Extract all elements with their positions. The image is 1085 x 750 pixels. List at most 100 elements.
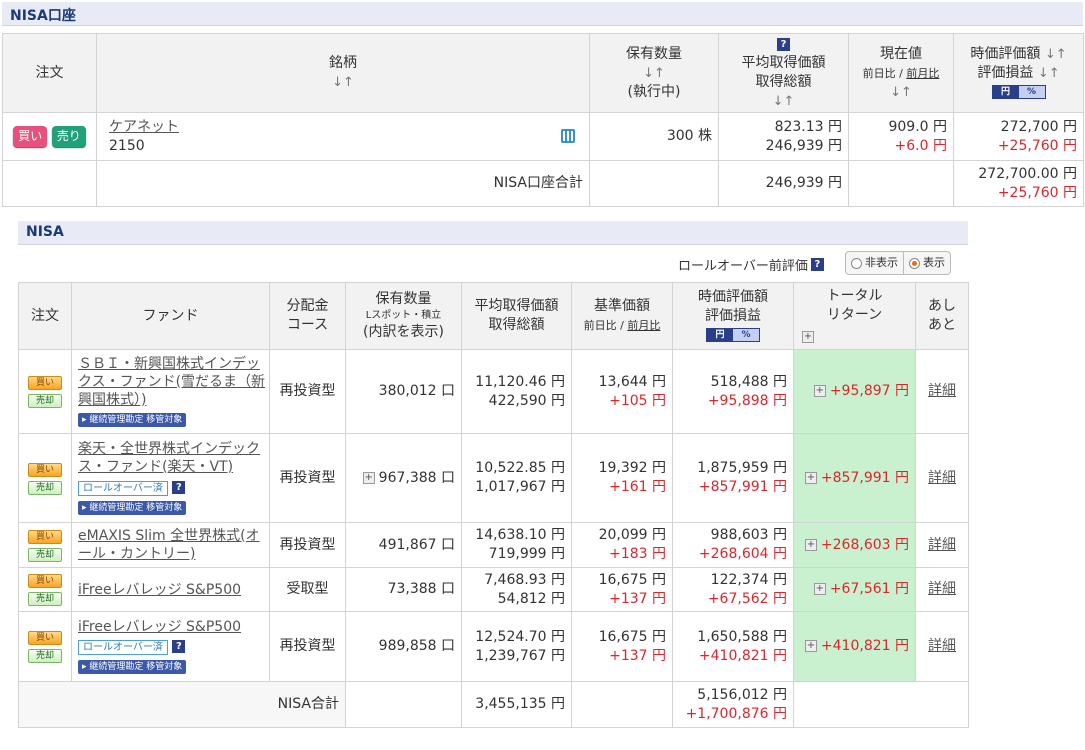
expand-icon[interactable]: + [804, 471, 817, 484]
sort-icon[interactable]: ↓↑ [1045, 47, 1067, 62]
total-cost-value: 719,999 円 [488, 546, 565, 562]
yen-option[interactable]: 円 [707, 328, 733, 341]
fund-name-link[interactable]: iFreeレバレッジ S&P500 [78, 581, 269, 599]
help-icon[interactable]: ? [172, 480, 186, 494]
sell-button[interactable]: 売り [51, 126, 86, 147]
valuation-header-label: 時価評価額 [698, 288, 768, 305]
prev-month-link[interactable]: 前月比 [906, 67, 939, 80]
help-icon[interactable]: ? [172, 639, 186, 653]
sell-button[interactable]: 売却 [28, 480, 62, 495]
total-return-cell: + +95,897 円 [793, 349, 916, 434]
col-qty: 保有数量 Lスポット・積立 (内訳を表示) [345, 282, 462, 350]
sell-button[interactable]: 売却 [28, 592, 62, 606]
expand-icon[interactable]: + [813, 583, 826, 595]
current-header-label: 現在値 [880, 45, 922, 62]
yen-option[interactable]: 円 [992, 85, 1019, 98]
ashiato-label-2: あと [928, 317, 956, 333]
col-order: 注文 [2, 33, 97, 113]
pct-option[interactable]: % [733, 328, 759, 341]
yen-pct-toggle[interactable]: 円% [706, 327, 760, 342]
col-course: 分配金 コース [269, 282, 346, 350]
detail-link[interactable]: 詳細 [915, 567, 969, 612]
valuation-header-label: 時価評価額 [970, 45, 1041, 62]
col-avg[interactable]: ? 平均取得価額 取得総額 ↓↑ [718, 33, 849, 113]
yen-pct-toggle[interactable]: 円% [991, 84, 1046, 99]
total-valuation: 5,156,012 円 [697, 686, 787, 703]
nav-value: 16,675 円 [598, 571, 666, 588]
prev-month-link[interactable]: 前月比 [627, 319, 660, 332]
buy-button[interactable]: 買い [28, 376, 62, 390]
toggle-show-option[interactable]: 表示 [904, 252, 950, 274]
valuation-value: 988,603 円 [710, 527, 787, 543]
sort-icon[interactable]: ↓↑ [98, 73, 589, 92]
change-value: +105 円 [609, 392, 666, 409]
sort-icon[interactable]: ↓↑ [850, 83, 953, 102]
avg-value: 7,468.93 円 [484, 571, 565, 588]
change-value: +137 円 [609, 647, 666, 664]
sell-button[interactable]: 売却 [28, 547, 62, 562]
total-label: NISA合計 [18, 681, 346, 728]
expand-icon[interactable]: + [362, 471, 375, 484]
total-return-cell: + +410,821 円 [793, 611, 916, 682]
rollover-control: ロールオーバー前評価 ? [678, 253, 824, 275]
stock-name-link[interactable]: ケアネット [109, 118, 589, 137]
sell-button[interactable]: 売却 [28, 649, 62, 663]
total-cost-total: 3,455,135 円 [461, 681, 572, 728]
valuation-value: 1,650,588 円 [697, 628, 787, 645]
fund-name-link[interactable]: eMAXIS Slim 全世界株式(オール・カントリー) [78, 527, 269, 563]
expand-icon[interactable]: + [802, 331, 814, 343]
detail-link[interactable]: 詳細 [915, 522, 969, 568]
total-label: NISA口座合計 [96, 160, 590, 207]
total-cost-value: 1,239,767 円 [475, 647, 565, 664]
stock-header-label: 銘柄 [329, 55, 357, 71]
total-valuation: 272,700.00 円 [978, 165, 1077, 182]
col-current[interactable]: 現在値 前日比 / 前月比 ↓↑ [848, 33, 954, 113]
col-valuation[interactable]: 時価評価額 ↓↑ 評価損益 ↓↑ 円% [953, 33, 1084, 113]
total-pl: +25,760 円 [997, 184, 1077, 201]
col-qty[interactable]: 保有数量 ↓↑ (執行中) [589, 33, 719, 113]
expand-icon[interactable]: + [804, 538, 817, 551]
total-return-cell: + +268,603 円 [793, 522, 916, 568]
help-icon[interactable]: ? [777, 37, 790, 51]
course-label-2: コース [286, 317, 329, 333]
rollover-tag: ロールオーバー済 [78, 481, 168, 496]
calculator-icon[interactable] [561, 129, 575, 143]
detail-link[interactable]: 詳細 [915, 349, 969, 434]
sell-button[interactable]: 売却 [28, 394, 62, 408]
pct-option[interactable]: % [1018, 85, 1045, 98]
ashiato-label-1: あし [928, 298, 956, 314]
help-icon[interactable]: ? [810, 257, 824, 271]
detail-link[interactable]: 詳細 [915, 611, 969, 682]
buy-button[interactable]: 買い [28, 574, 62, 588]
detail-link[interactable]: 詳細 [915, 433, 969, 523]
qty-sub-label: Lスポット・積立 [365, 310, 442, 321]
total-cost-value: 246,939 円 [765, 137, 842, 154]
total-row: NISA口座合計 246,939 円 272,700.00 円 +25,760 円 [2, 160, 1084, 207]
fund-name-link[interactable]: 楽天・全世界株式インデックス・ファンド(楽天・VT) [78, 440, 269, 476]
avg-cell: 14,638.10 円 719,999 円 [461, 522, 572, 568]
expand-icon[interactable]: + [813, 385, 826, 397]
fund-name-link[interactable]: ＳＢＩ・新興国株式インデックス・ファンド(雪だるま（新興国株式）) [78, 355, 269, 409]
buy-button[interactable]: 買い [28, 529, 62, 544]
sort-icon[interactable]: ↓↑ [591, 64, 718, 83]
fund-cell: ＳＢＩ・新興国株式インデックス・ファンド(雪だるま（新興国株式）) ▸ 継続管理勘… [71, 349, 270, 434]
rollover-toggle[interactable]: 非表示 表示 [845, 251, 951, 275]
buy-button[interactable]: 買い [13, 126, 48, 147]
qty-header-label: 保有数量 [375, 291, 432, 307]
nav-header-label: 基準価額 [594, 298, 650, 314]
expand-icon[interactable]: + [804, 640, 817, 652]
sort-icon[interactable]: ↓↑ [720, 92, 848, 111]
avg-cell: 10,522.85 円 1,017,967 円 [461, 433, 572, 523]
course-value: 再投資型 [269, 522, 346, 568]
qty-breakdown-link[interactable]: (内訳を表示) [347, 323, 461, 342]
toggle-hide-option[interactable]: 非表示 [846, 252, 904, 274]
buy-button[interactable]: 買い [28, 631, 62, 645]
col-stock[interactable]: 銘柄 ↓↑ [96, 33, 590, 113]
fund-name-link[interactable]: iFreeレバレッジ S&P500 [78, 618, 269, 636]
buy-button[interactable]: 買い [28, 462, 62, 477]
total-return-label-2: リターン [826, 307, 883, 323]
nav-cell: 16,675 円 +137 円 [571, 611, 673, 682]
sort-icon[interactable]: ↓↑ [1038, 66, 1060, 81]
valuation-cell: 272,700 円 +25,760 円 [953, 112, 1084, 161]
empty-cell [848, 160, 954, 207]
